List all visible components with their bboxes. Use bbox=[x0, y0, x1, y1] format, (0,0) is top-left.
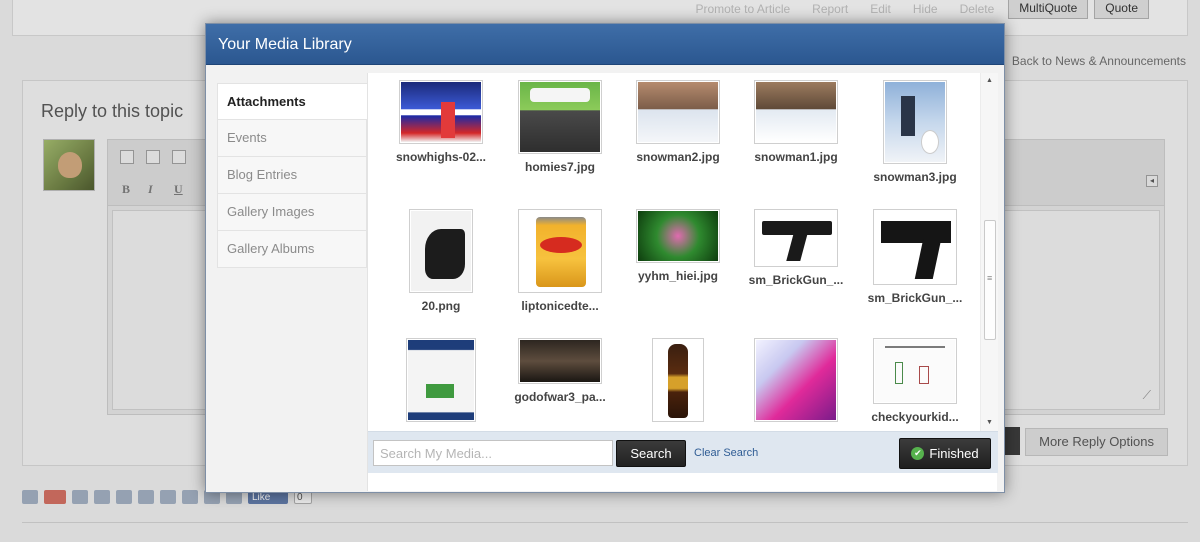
media-filename: yyhm_hiei.jpg bbox=[637, 269, 719, 283]
modal-body: Attachments Events Blog Entries Gallery … bbox=[206, 65, 1004, 492]
media-item[interactable] bbox=[382, 338, 500, 428]
media-scrollbar[interactable]: ▲ ≡ ▼ bbox=[980, 73, 998, 431]
media-thumbnail[interactable] bbox=[636, 209, 720, 263]
media-content-pane: snowhighs-02... homies7.jpg snowman2.jpg bbox=[367, 73, 998, 491]
media-item[interactable]: checkyourkid... bbox=[856, 338, 974, 424]
media-item[interactable]: snowman1.jpg bbox=[737, 80, 855, 164]
media-thumbnail[interactable] bbox=[636, 80, 720, 144]
media-item[interactable]: liptonicedte... bbox=[501, 209, 619, 313]
media-filename: snowman2.jpg bbox=[636, 150, 720, 164]
media-thumbnail[interactable] bbox=[873, 338, 957, 404]
media-filename: godofwar3_pa... bbox=[514, 390, 606, 404]
scroll-up-icon[interactable]: ▲ bbox=[981, 73, 998, 89]
media-thumbnail[interactable] bbox=[754, 209, 838, 267]
media-filename: homies7.jpg bbox=[524, 160, 595, 174]
media-filename: snowman1.jpg bbox=[754, 150, 838, 164]
media-grid: snowhighs-02... homies7.jpg snowman2.jpg bbox=[368, 73, 980, 431]
media-filename: sm_BrickGun_... bbox=[867, 291, 963, 305]
media-filename: snowhighs-02... bbox=[395, 150, 486, 164]
clear-search-link[interactable]: Clear Search bbox=[694, 447, 758, 459]
media-item[interactable]: snowman2.jpg bbox=[619, 80, 737, 164]
tab-events[interactable]: Events bbox=[217, 120, 367, 157]
media-item[interactable]: snowhighs-02... bbox=[382, 80, 500, 164]
media-thumbnail[interactable] bbox=[518, 80, 602, 154]
media-thumbnail[interactable] bbox=[406, 338, 476, 422]
search-button[interactable]: Search bbox=[616, 440, 686, 467]
media-item[interactable]: sm_BrickGun_... bbox=[737, 209, 855, 287]
media-item[interactable]: homies7.jpg bbox=[501, 80, 619, 174]
media-type-tabs: Attachments Events Blog Entries Gallery … bbox=[217, 83, 368, 268]
media-thumbnail[interactable] bbox=[409, 209, 473, 293]
check-icon: ✔ bbox=[911, 447, 925, 460]
media-filename: snowman3.jpg bbox=[873, 170, 957, 184]
tab-attachments[interactable]: Attachments bbox=[217, 83, 368, 120]
media-thumbnail[interactable] bbox=[518, 209, 602, 293]
media-thumbnail[interactable] bbox=[754, 338, 838, 422]
search-input[interactable] bbox=[373, 440, 613, 466]
media-thumbnail[interactable] bbox=[518, 338, 602, 384]
media-item[interactable]: sm_BrickGun_... bbox=[856, 209, 974, 305]
media-thumbnail[interactable] bbox=[883, 80, 947, 164]
media-item[interactable]: yyhm_hiei.jpg bbox=[619, 209, 737, 283]
media-filename: liptonicedte... bbox=[521, 299, 599, 313]
scroll-thumb[interactable]: ≡ bbox=[984, 220, 996, 340]
grip-icon: ≡ bbox=[987, 273, 993, 283]
media-thumbnail[interactable] bbox=[399, 80, 483, 144]
finished-button[interactable]: ✔ Finished bbox=[899, 438, 991, 469]
media-thumbnail[interactable] bbox=[652, 338, 704, 422]
media-search-bar: Search Clear Search ✔ Finished bbox=[368, 431, 998, 473]
media-filename: sm_BrickGun_... bbox=[748, 273, 844, 287]
finished-label: Finished bbox=[929, 446, 979, 461]
media-thumbnail[interactable] bbox=[873, 209, 957, 285]
media-item[interactable] bbox=[737, 338, 855, 428]
media-item[interactable]: godofwar3_pa... bbox=[501, 338, 619, 404]
tab-blog-entries[interactable]: Blog Entries bbox=[217, 157, 367, 194]
media-library-modal: Your Media Library Attachments Events Bl… bbox=[205, 23, 1005, 493]
tab-gallery-images[interactable]: Gallery Images bbox=[217, 194, 367, 231]
media-item[interactable] bbox=[619, 338, 737, 428]
scroll-down-icon[interactable]: ▼ bbox=[981, 415, 998, 431]
media-filename: checkyourkid... bbox=[871, 410, 959, 424]
tab-gallery-albums[interactable]: Gallery Albums bbox=[217, 231, 367, 268]
media-item[interactable]: 20.png bbox=[382, 209, 500, 313]
media-item[interactable]: snowman3.jpg bbox=[856, 80, 974, 184]
modal-title: Your Media Library bbox=[206, 24, 1004, 65]
media-thumbnail[interactable] bbox=[754, 80, 838, 144]
media-filename: 20.png bbox=[421, 299, 461, 313]
